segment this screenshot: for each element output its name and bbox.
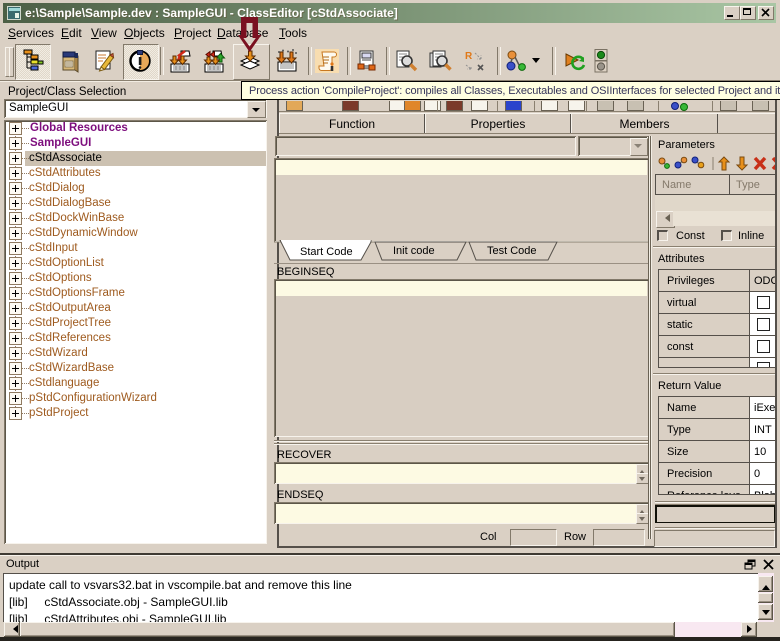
svg-text:R: R (465, 51, 473, 62)
